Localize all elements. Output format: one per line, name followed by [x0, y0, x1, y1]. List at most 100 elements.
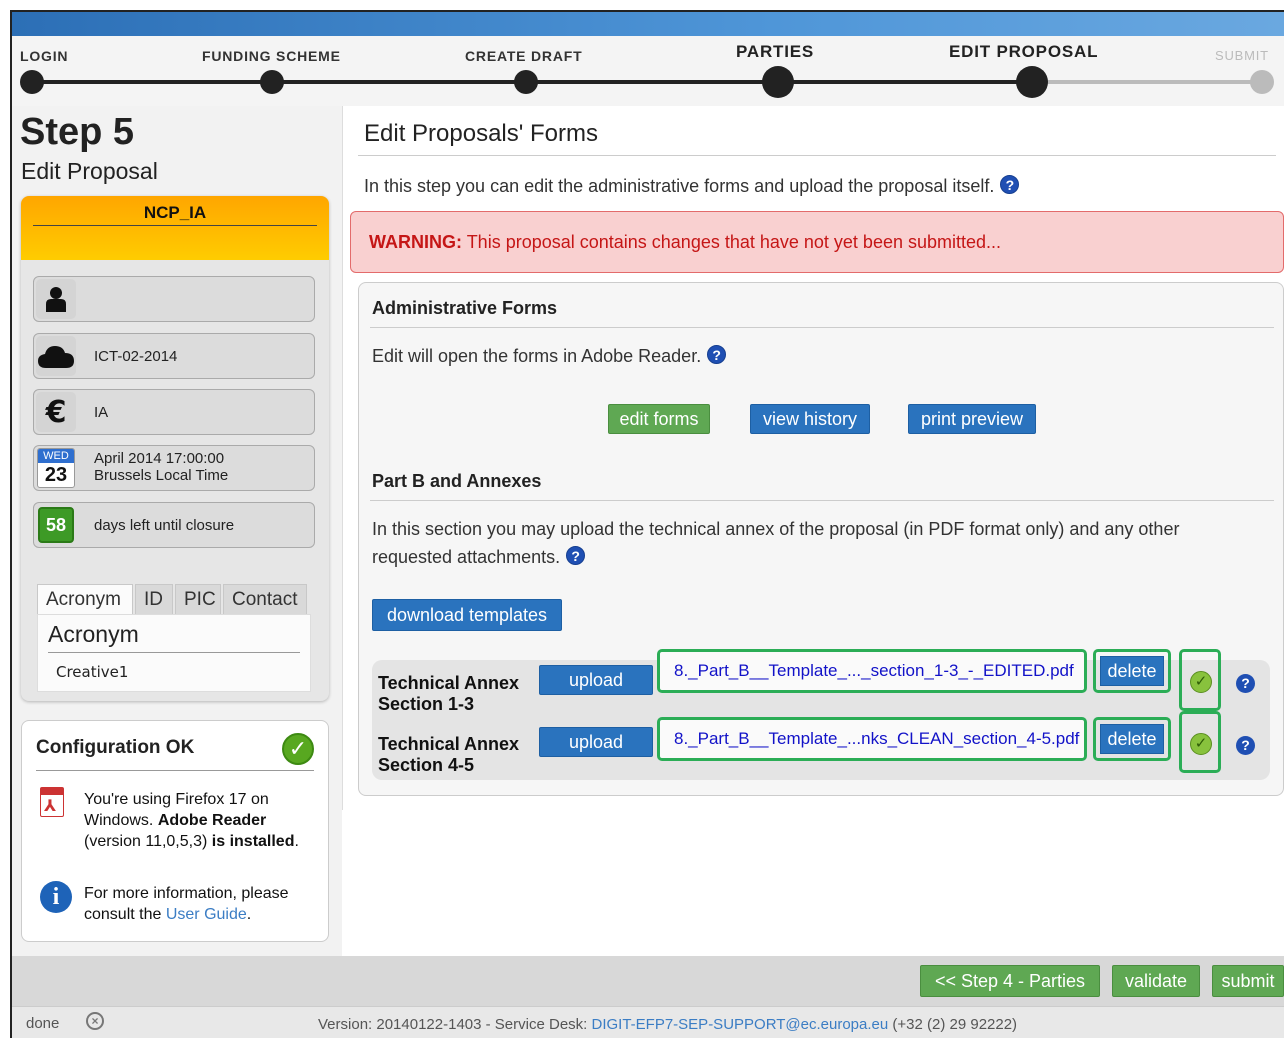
part-b-line-1: In this section you may upload the techn…: [372, 519, 1180, 539]
annex-label-line-1: Technical Annex: [378, 673, 520, 693]
tab-contact[interactable]: Contact: [223, 584, 307, 616]
submit-button[interactable]: submit: [1212, 965, 1284, 997]
help-icon[interactable]: ?: [1000, 175, 1020, 194]
delete-highlight: delete: [1093, 649, 1171, 693]
deadline-line-2: Brussels Local Time: [94, 467, 229, 484]
funding-type: IA: [94, 404, 109, 421]
wizard-dot-login[interactable]: [20, 70, 44, 94]
warning-banner: WARNING: This proposal contains changes …: [350, 211, 1284, 273]
warning-message: This proposal contains changes that have…: [466, 232, 1002, 252]
cloud-icon: [36, 336, 76, 376]
info-icon: i: [40, 881, 72, 913]
reader-installed: is installed: [211, 833, 295, 850]
step-subtitle: Edit Proposal: [21, 158, 158, 184]
admin-forms-heading: Administrative Forms: [372, 298, 558, 318]
validate-button[interactable]: validate: [1112, 965, 1200, 997]
wizard-step-login[interactable]: LOGIN: [20, 48, 68, 64]
validation-highlight: ✓: [1179, 711, 1221, 773]
tab-acronym[interactable]: Acronym: [37, 584, 133, 616]
close-icon[interactable]: ×: [86, 1012, 104, 1030]
part-b-text: In this section you may upload the techn…: [372, 515, 1179, 571]
configuration-panel: Configuration OK ✓ ⅄ You're using Firefo…: [21, 720, 329, 942]
admin-forms-underline: [370, 327, 1274, 328]
previous-step-button[interactable]: << Step 4 - Parties: [920, 965, 1100, 997]
user-guide-link[interactable]: User Guide: [166, 906, 247, 923]
proposal-info-title: NCP_IA: [143, 203, 207, 222]
delete-highlight: delete: [1093, 717, 1171, 761]
info-row-days-left: 58 days left until closure: [33, 502, 315, 548]
status-bar: done × Version: 20140122-1403 - Service …: [12, 1006, 1284, 1038]
edit-forms-button[interactable]: edit forms: [608, 404, 710, 434]
left-sidebar: Step 5 Edit Proposal NCP_IA ICT-02-2014 …: [12, 106, 342, 956]
uploaded-file-link[interactable]: 8._Part_B__Template_..._section_1-3_-_ED…: [657, 649, 1087, 693]
service-desk-phone: (+32 (2) 29 92222): [888, 1016, 1018, 1033]
reader-version: (version 11,0,5,3): [84, 833, 208, 850]
wizard-step-submit: SUBMIT: [1215, 48, 1269, 63]
wizard-dot-create-draft[interactable]: [514, 70, 538, 94]
info-tabs: Acronym ID PIC Contact: [37, 584, 311, 616]
part-b-line-2: requested attachments.: [372, 547, 561, 567]
info-row-funding: € IA: [33, 389, 315, 435]
tab-pic[interactable]: PIC: [175, 584, 221, 616]
help-icon[interactable]: ?: [566, 546, 586, 565]
wizard-step-create-draft[interactable]: CREATE DRAFT: [465, 48, 582, 64]
upload-button[interactable]: upload: [539, 727, 653, 757]
vertical-separator: [342, 106, 343, 810]
days-left-text: days left until closure: [94, 517, 235, 534]
calendar-date: 23: [44, 464, 68, 486]
part-b-heading: Part B and Annexes: [372, 471, 542, 491]
intro-message: In this step you can edit the administra…: [364, 176, 995, 196]
version-info: Version: 20140122-1403 - Service Desk: D…: [318, 1016, 1017, 1033]
view-history-button[interactable]: view history: [750, 404, 870, 434]
wizard-dot-edit-proposal[interactable]: [1016, 66, 1048, 98]
delete-button[interactable]: delete: [1100, 656, 1164, 686]
wizard-step-edit-proposal[interactable]: EDIT PROPOSAL: [949, 42, 1098, 62]
info-row-deadline: WED 23 April 2014 17:00:00 Brussels Loca…: [33, 445, 315, 491]
part-b-underline: [370, 500, 1274, 501]
print-preview-button[interactable]: print preview: [908, 404, 1036, 434]
configuration-heading: Configuration OK: [36, 737, 195, 758]
pdf-icon: ⅄: [40, 787, 64, 817]
checkmark-icon: ✓: [282, 733, 314, 765]
calendar-icon: WED 23: [36, 448, 76, 488]
euro-icon: €: [36, 392, 76, 432]
technical-annex-label: Technical Annex Section 1-3: [378, 673, 519, 715]
status-period: .: [294, 833, 299, 850]
service-desk-link[interactable]: DIGIT-EFP7-SEP-SUPPORT@ec.europa.eu: [592, 1016, 889, 1033]
acronym-underline: [48, 652, 300, 653]
status-text: done: [26, 1015, 60, 1032]
help-icon[interactable]: ?: [1236, 674, 1255, 693]
wizard-progress: LOGIN FUNDING SCHEME CREATE DRAFT PARTIE…: [12, 36, 1284, 106]
wizard-dot-funding-scheme[interactable]: [260, 70, 284, 94]
proposal-info-header: NCP_IA: [21, 196, 329, 260]
call-identifier: ICT-02-2014: [94, 348, 178, 365]
intro-text: In this step you can edit the administra…: [364, 175, 1020, 197]
annex-label-line-2: Section 1-3: [378, 694, 475, 714]
upload-button[interactable]: upload: [539, 665, 653, 695]
warning-label: WARNING:: [369, 232, 462, 252]
step-title: Step 5: [20, 111, 135, 153]
admin-forms-text: Edit will open the forms in Adobe Reader…: [372, 342, 727, 370]
help-icon[interactable]: ?: [1236, 736, 1255, 755]
acronym-value: Creative1: [56, 663, 129, 681]
annex-label-line-2: Section 4-5: [378, 755, 475, 775]
page-title: Edit Proposals' Forms: [364, 120, 598, 147]
wizard-remaining-line: [1030, 80, 1270, 84]
top-header-bar: [12, 12, 1284, 36]
download-templates-button[interactable]: download templates: [372, 599, 562, 631]
delete-button[interactable]: delete: [1100, 724, 1164, 754]
version-text: Version: 20140122-1403 - Service Desk:: [318, 1016, 592, 1033]
wizard-dot-parties[interactable]: [762, 66, 794, 98]
days-left-count: 58: [38, 507, 74, 543]
deadline-text: April 2014 17:00:00 Brussels Local Time: [94, 450, 228, 484]
configuration-status-text: You're using Firefox 17 on Windows. Adob…: [84, 789, 319, 852]
wizard-dot-submit: [1250, 70, 1274, 94]
tab-id[interactable]: ID: [135, 584, 173, 616]
wizard-step-funding-scheme[interactable]: FUNDING SCHEME: [202, 48, 341, 64]
wizard-step-parties[interactable]: PARTIES: [736, 42, 814, 62]
deadline-line-1: April 2014 17:00:00: [94, 450, 225, 467]
help-icon[interactable]: ?: [707, 345, 727, 364]
title-underline: [358, 155, 1276, 156]
uploaded-file-link[interactable]: 8._Part_B__Template_...nks_CLEAN_section…: [657, 717, 1087, 761]
reader-name: Adobe Reader: [157, 812, 267, 829]
